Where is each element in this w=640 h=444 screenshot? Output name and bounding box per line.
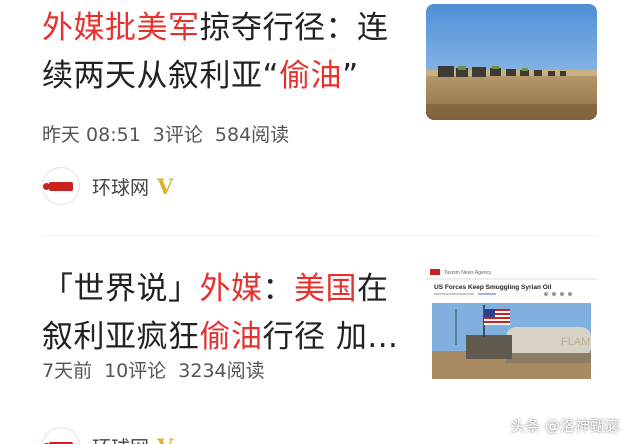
watermark: 头条 @洛神甄宓: [510, 417, 620, 435]
news-title[interactable]: 外媒批美军掠夺行径：连续两天从叙利亚“偷油”: [42, 4, 417, 100]
comment-count: 10评论: [104, 360, 167, 382]
read-count: 584阅读: [214, 124, 290, 146]
read-count: 3234阅读: [178, 360, 265, 382]
title-highlight: 偷油: [279, 58, 343, 94]
thumb-truck-text: FLAM: [561, 336, 590, 348]
news-thumbnail[interactable]: [426, 4, 597, 120]
news-card[interactable]: 外媒批美军掠夺行径：连续两天从叙利亚“偷油” 昨天 08:51 3评论 584阅读 …: [0, 0, 640, 236]
news-title[interactable]: 「世界说」外媒：美国在叙利亚疯狂偷油行径 加...: [42, 265, 417, 361]
huanqiu-logo-icon: [42, 427, 80, 444]
thumb-site-name: Tasnim News Agency: [444, 270, 492, 276]
title-text: ”: [342, 58, 359, 94]
huanqiu-logo-icon: [42, 167, 80, 205]
source-account[interactable]: 环球网 V: [42, 426, 173, 444]
title-highlight: 美国: [294, 271, 357, 307]
title-highlight: 外媒: [199, 271, 263, 307]
source-name: 环球网: [92, 176, 150, 199]
title-highlight: 外媒批美军: [42, 10, 200, 46]
verified-badge-icon: V: [157, 173, 174, 199]
news-thumbnail[interactable]: Tasnim News Agency US Forces Keep Smuggl…: [426, 265, 597, 381]
verified-badge-icon: V: [157, 434, 173, 444]
title-highlight: 偷油: [199, 319, 263, 355]
source-account[interactable]: 环球网 V: [42, 166, 173, 206]
title-text: 「世界说」: [42, 271, 200, 307]
thumb-headline: US Forces Keep Smuggling Syrian Oil: [434, 284, 552, 291]
title-text: ：: [262, 271, 294, 307]
news-meta: 7天前 10评论 3234阅读: [42, 356, 277, 383]
source-name: 环球网: [92, 433, 149, 444]
comment-count: 3评论: [152, 124, 203, 146]
convoy-photo-icon: [426, 4, 597, 120]
title-text: 行径 加...: [262, 319, 399, 355]
news-feed: 外媒批美军掠夺行径：连续两天从叙利亚“偷油” 昨天 08:51 3评论 584阅读 …: [0, 0, 640, 444]
publish-time: 昨天 08:51: [42, 124, 141, 146]
news-card[interactable]: 「世界说」外媒：美国在叙利亚疯狂偷油行径 加... 7天前 10评论 3234阅读 …: [0, 236, 640, 444]
publish-time: 7天前: [42, 360, 93, 382]
news-article-photo-icon: Tasnim News Agency US Forces Keep Smuggl…: [426, 265, 597, 381]
news-meta: 昨天 08:51 3评论 584阅读: [42, 120, 301, 147]
